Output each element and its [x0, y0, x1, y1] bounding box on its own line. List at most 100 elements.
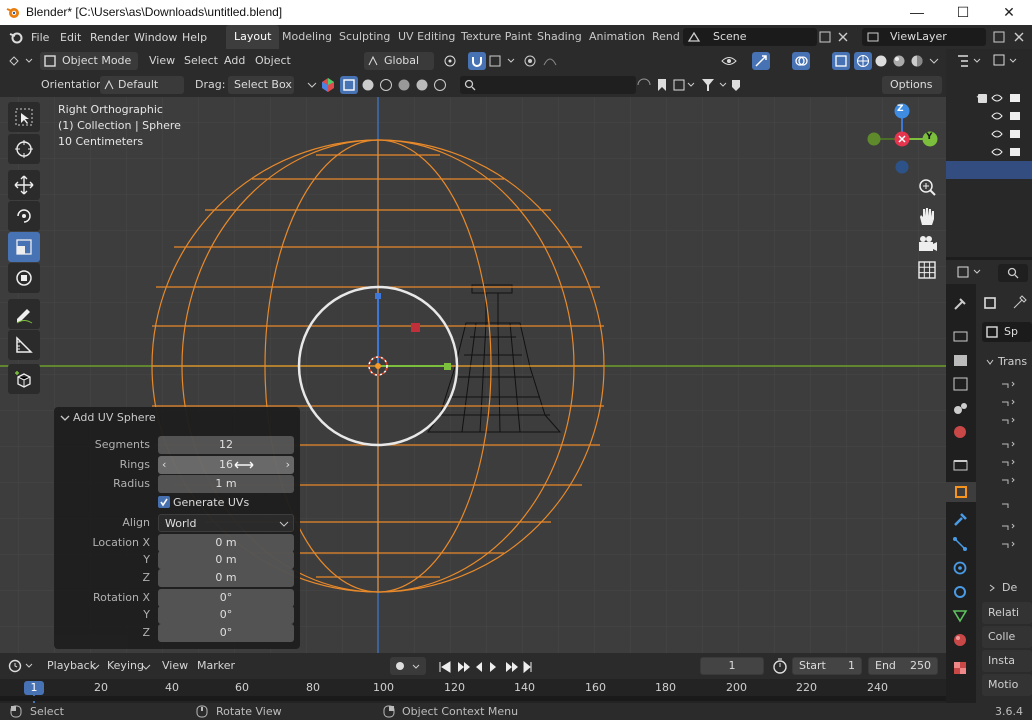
editor-type-icon[interactable] — [8, 53, 34, 69]
tool-tab-icon[interactable] — [952, 296, 970, 312]
move-tool[interactable] — [8, 170, 40, 200]
mode-dropdown[interactable]: Object Mode — [40, 52, 138, 70]
menu-file[interactable]: File — [31, 31, 49, 44]
menu-window[interactable]: Window — [134, 31, 177, 44]
object-tab-active[interactable] — [946, 482, 976, 502]
render-tab-icon[interactable] — [952, 328, 970, 344]
view-layer-tab-icon[interactable] — [952, 376, 970, 392]
world-tab-icon[interactable] — [952, 424, 970, 440]
drag-options-chevron-icon[interactable] — [306, 80, 318, 90]
transform-orientation-dropdown[interactable]: Global — [364, 52, 434, 70]
visibility-selectable-icon[interactable] — [720, 53, 748, 69]
maximize-button[interactable]: ☐ — [940, 0, 986, 25]
select-mode-icons[interactable] — [360, 77, 456, 93]
pivot-point-icon[interactable] — [442, 53, 464, 69]
transform-section-header[interactable]: Trans — [982, 352, 1032, 372]
end-frame-field[interactable]: End 250 — [868, 657, 938, 675]
rotation-z-field[interactable]: 0° — [158, 624, 294, 642]
instancing-section[interactable]: Insta — [982, 650, 1032, 672]
menu-help[interactable]: Help — [182, 31, 207, 44]
minimize-button[interactable]: — — [894, 0, 940, 25]
playhead-frame[interactable]: 1 — [24, 681, 44, 695]
menu-marker[interactable]: Marker — [194, 657, 238, 675]
pin-icon[interactable] — [1012, 294, 1028, 310]
playback-chevron-icon[interactable] — [90, 663, 100, 671]
display-mode-icon[interactable] — [992, 53, 1020, 69]
select-tool[interactable] — [8, 102, 40, 132]
decrement-chevron-icon[interactable]: ‹ — [162, 456, 166, 474]
relations-section[interactable]: Relati — [982, 602, 1032, 624]
start-frame-field[interactable]: Start 1 — [792, 657, 862, 675]
location-z-field[interactable]: 0 m — [158, 569, 294, 587]
zoom-icon[interactable] — [916, 177, 938, 199]
shading-wireframe-button[interactable] — [854, 52, 872, 70]
annotate-tool[interactable] — [8, 299, 40, 329]
tab-animation[interactable]: Animation — [581, 25, 653, 49]
playback-controls[interactable] — [430, 659, 540, 675]
solid-shading-icon[interactable] — [874, 54, 888, 68]
timeline-editor-type-icon[interactable] — [8, 658, 34, 674]
overlays-toggle[interactable] — [792, 52, 810, 70]
outliner-editor-type-icon[interactable] — [956, 53, 984, 69]
rings-field[interactable]: ‹ 16 › — [158, 456, 294, 474]
generate-uvs-checkbox[interactable] — [158, 496, 170, 508]
remove-scene-icon[interactable] — [836, 30, 850, 44]
stopwatch-icon[interactable] — [772, 658, 788, 674]
particles-tab-icon[interactable] — [952, 536, 970, 552]
snap-toggle[interactable] — [468, 52, 486, 70]
collections-section[interactable]: Colle — [982, 626, 1032, 648]
view-layer-selector[interactable]: ViewLayer — [862, 28, 986, 46]
rotate-tool[interactable] — [8, 201, 40, 231]
outliner-tree[interactable] — [946, 75, 1032, 257]
scene-tab-icon[interactable] — [952, 400, 970, 416]
proportional-editing-icon[interactable] — [522, 53, 566, 69]
close-button[interactable]: ✕ — [986, 0, 1032, 25]
pan-hand-icon[interactable] — [916, 205, 938, 227]
texture-tab-icon[interactable] — [952, 660, 970, 676]
menu-add[interactable]: Add — [221, 52, 248, 70]
rotation-x-field[interactable]: 0° — [158, 589, 294, 607]
shading-options-chevron-icon[interactable] — [928, 56, 940, 66]
keying-chevron-icon[interactable] — [141, 663, 151, 671]
delta-transform-section[interactable]: De — [982, 578, 1032, 598]
increment-chevron-icon[interactable]: › — [286, 456, 290, 474]
output-tab-icon[interactable] — [952, 352, 970, 368]
align-dropdown[interactable]: World — [158, 514, 294, 532]
object-name-field[interactable]: Sp — [982, 322, 1032, 342]
location-x-field[interactable]: 0 m — [158, 534, 294, 552]
motion-paths-section[interactable]: Motio — [982, 674, 1032, 696]
keyframe-dots-column[interactable] — [998, 378, 1020, 556]
location-y-field[interactable]: 0 m — [158, 551, 294, 569]
drag-dropdown[interactable]: Select Box — [228, 76, 294, 94]
rendered-shading-icon[interactable] — [910, 54, 924, 68]
properties-editor-type-icon[interactable] — [956, 264, 984, 280]
material-tab-icon[interactable] — [952, 632, 970, 648]
menu-edit[interactable]: Edit — [60, 31, 81, 44]
radius-field[interactable]: 1 m — [158, 475, 294, 493]
timeline-scrollbar[interactable] — [0, 696, 946, 701]
menu-render[interactable]: Render — [90, 31, 129, 44]
collection-tab-icon[interactable] — [952, 456, 970, 472]
current-frame-field[interactable]: 1 — [700, 657, 764, 675]
measure-tool[interactable] — [8, 330, 40, 360]
scale-tool[interactable] — [8, 232, 40, 262]
color-picker-icon[interactable] — [320, 77, 336, 93]
menu-timeline-view[interactable]: View — [159, 657, 191, 675]
remove-view-layer-icon[interactable] — [1012, 30, 1026, 44]
tab-rendering[interactable]: Rend — [644, 25, 688, 49]
search-field[interactable] — [460, 76, 636, 94]
tab-layout[interactable]: Layout — [226, 25, 280, 49]
snap-target-icon[interactable] — [488, 53, 518, 69]
modifier-tab-icon[interactable] — [952, 512, 970, 528]
orthographic-grid-icon[interactable] — [916, 259, 938, 281]
tab-texture-paint[interactable]: Texture Paint — [453, 25, 540, 49]
camera-view-icon[interactable] — [916, 233, 938, 255]
options-dropdown[interactable]: Options — [882, 76, 942, 94]
blender-menu-icon[interactable] — [9, 30, 23, 44]
new-view-layer-icon[interactable] — [992, 30, 1006, 44]
panel-collapse-chevron-icon[interactable] — [60, 413, 70, 423]
cursor-tool[interactable] — [8, 134, 40, 164]
menu-view[interactable]: View — [146, 52, 178, 70]
tab-sculpting[interactable]: Sculpting — [331, 25, 398, 49]
gizmo-toggle[interactable] — [752, 52, 770, 70]
